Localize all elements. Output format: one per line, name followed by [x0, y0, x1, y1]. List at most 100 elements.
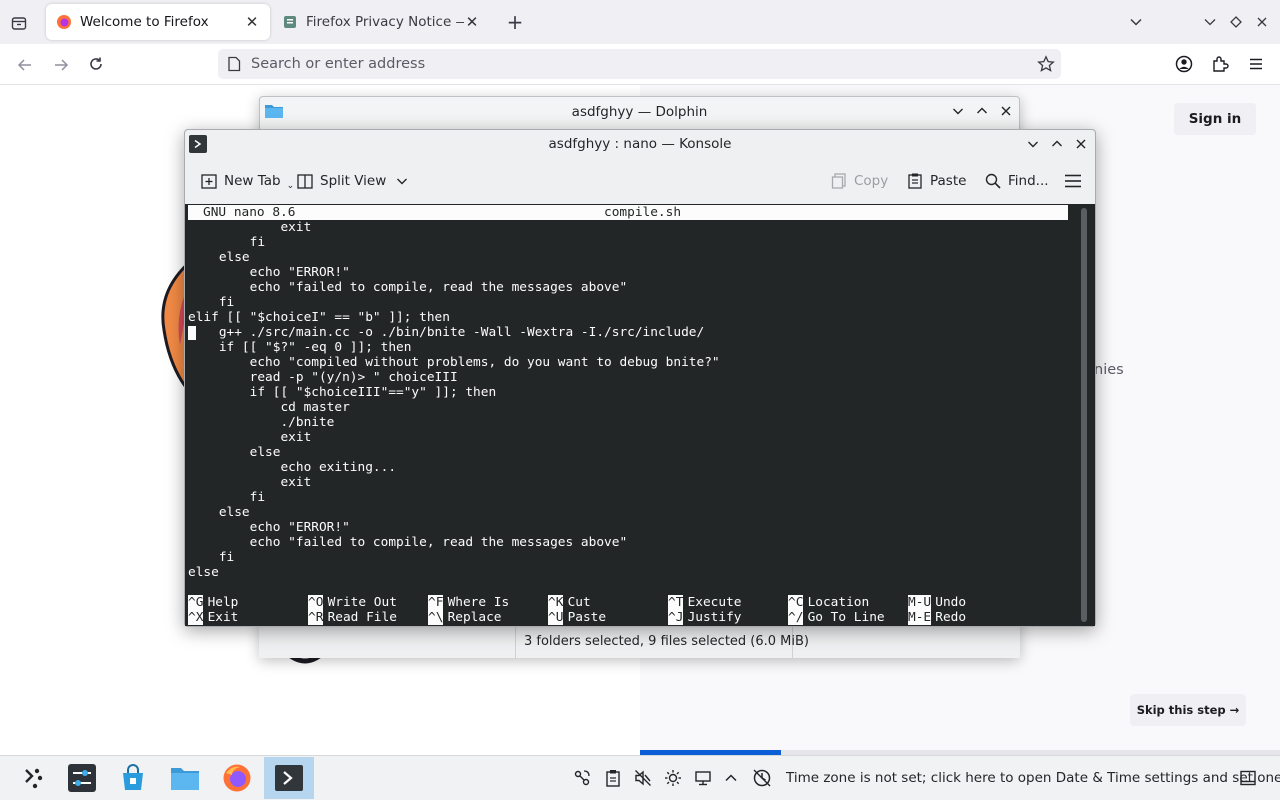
code-line: echo "compiled without problems, do you …	[188, 355, 720, 370]
shortcut-label: Exit	[207, 610, 239, 625]
dropdown-icon: ⌄	[286, 181, 295, 191]
code-line: fi	[188, 295, 235, 310]
konsole-taskbar-icon[interactable]	[264, 757, 314, 799]
shortcut-label: Redo	[935, 610, 967, 625]
shortcut-undo[interactable]: M-U Undo	[908, 595, 966, 610]
maximize-icon[interactable]	[1047, 135, 1067, 153]
menu-icon[interactable]	[1245, 53, 1267, 75]
find-button[interactable]: Find...	[984, 167, 1049, 195]
shortcut-key: ^C	[788, 595, 804, 610]
code-line: exit	[188, 220, 312, 235]
partial-body-text: nies	[1094, 362, 1124, 378]
new-tab-icon	[200, 172, 218, 190]
display-config-icon[interactable]	[693, 768, 713, 788]
timezone-notice[interactable]: Time zone is not set; click here to open…	[786, 770, 1280, 786]
shortcut-redo[interactable]: M-E Redo	[908, 610, 966, 625]
brightness-icon[interactable]	[663, 768, 683, 788]
system-settings-icon[interactable]	[57, 757, 107, 799]
tab-list-icon[interactable]	[8, 12, 30, 34]
new-tab-button[interactable]: New Tab ⌄	[200, 167, 294, 195]
shortcut-label: Paste	[567, 610, 607, 625]
forward-icon[interactable]	[50, 54, 72, 76]
code-line: echo "ERROR!"	[188, 265, 350, 280]
code-line: if [[ "$?" -eq 0 ]]; then	[188, 340, 412, 355]
shortcut-justify[interactable]: ^J Justify	[668, 610, 742, 625]
maximize-icon[interactable]	[1226, 12, 1246, 32]
application-launcher-button[interactable]	[8, 757, 58, 799]
code-line: echo "failed to compile, read the messag…	[188, 280, 628, 295]
shortcut-go-to-line[interactable]: ^/ Go To Line	[788, 610, 885, 625]
network-icon[interactable]	[572, 768, 592, 788]
minimize-icon[interactable]	[948, 102, 968, 120]
terminal-scrollbar[interactable]	[1081, 208, 1087, 622]
back-icon[interactable]	[14, 54, 36, 76]
chevron-down-icon[interactable]	[1126, 12, 1146, 32]
shortcut-cut[interactable]: ^K Cut	[548, 595, 591, 610]
firefox-taskbar-icon[interactable]	[212, 757, 262, 799]
copy-button[interactable]: Copy	[830, 167, 888, 195]
shortcut-key: ^X	[188, 610, 204, 625]
shortcut-key: ^K	[548, 595, 564, 610]
discover-store-icon[interactable]	[108, 757, 158, 799]
close-icon[interactable]: ✕	[244, 13, 260, 31]
minimize-icon[interactable]	[1200, 12, 1220, 32]
copy-label: Copy	[854, 173, 889, 189]
shortcut-key: ^G	[188, 595, 204, 610]
shortcut-where-is[interactable]: ^F Where Is	[428, 595, 509, 610]
status-divider	[515, 627, 516, 659]
volume-muted-icon[interactable]	[633, 768, 653, 788]
shortcut-read-file[interactable]: ^R Read File	[308, 610, 397, 625]
maximize-icon[interactable]	[972, 102, 992, 120]
shortcut-location[interactable]: ^C Location	[788, 595, 869, 610]
minimize-icon[interactable]	[1023, 135, 1043, 153]
window-close-icon[interactable]	[1252, 12, 1272, 32]
paste-label: Paste	[930, 173, 967, 189]
shortcut-execute[interactable]: ^T Execute	[668, 595, 742, 610]
shortcut-key: M-U	[908, 595, 932, 610]
tab-title: Firefox Privacy Notice — M	[306, 14, 464, 30]
shortcut-exit[interactable]: ^X Exit	[188, 610, 238, 625]
dolphin-taskbar-icon[interactable]	[160, 757, 210, 799]
close-icon[interactable]: ✕	[464, 13, 480, 31]
paste-icon	[906, 172, 924, 190]
code-line: fi	[188, 235, 266, 250]
code-line: ./bnite	[188, 415, 335, 430]
paste-button[interactable]: Paste	[906, 167, 966, 195]
shortcut-replace[interactable]: ^\ Replace	[428, 610, 502, 625]
code-line: g++ ./src/main.cc -o ./bin/bnite -Wall -…	[188, 325, 705, 340]
shortcut-help[interactable]: ^G Help	[188, 595, 238, 610]
search-icon	[984, 172, 1002, 190]
clock-warning-icon[interactable]	[751, 768, 773, 788]
shortcut-key: M-E	[908, 610, 932, 625]
split-view-button[interactable]: Split View	[296, 167, 408, 195]
shortcut-paste[interactable]: ^U Paste	[548, 610, 606, 625]
close-icon[interactable]	[1071, 135, 1091, 153]
sign-in-button[interactable]: Sign in	[1174, 103, 1256, 135]
extensions-icon[interactable]	[1209, 53, 1231, 75]
tab-title: Welcome to Firefox	[80, 14, 209, 30]
reload-icon[interactable]	[85, 53, 107, 75]
bookmark-star-icon[interactable]	[1037, 55, 1055, 73]
account-icon[interactable]	[1173, 53, 1195, 75]
tray-expand-icon[interactable]	[721, 768, 741, 788]
show-desktop-icon[interactable]	[1238, 768, 1258, 788]
selection-status: 3 folders selected, 9 files selected (6.…	[524, 634, 809, 649]
close-icon[interactable]	[996, 102, 1016, 120]
tab-firefox-privacy-notice[interactable]: Firefox Privacy Notice — M ✕	[272, 4, 490, 40]
skip-step-button[interactable]: Skip this step →	[1130, 694, 1246, 726]
shortcut-key: ^R	[308, 610, 324, 625]
clipboard-icon[interactable]	[603, 768, 623, 788]
url-placeholder: Search or enter address	[251, 56, 426, 72]
nano-title-bar: GNU nano 8.6 compile.sh	[188, 205, 1068, 220]
shortcut-key: ^U	[548, 610, 564, 625]
shortcut-write-out[interactable]: ^O Write Out	[308, 595, 397, 610]
shortcut-label: Undo	[935, 595, 967, 610]
tab-welcome-to-firefox[interactable]: Welcome to Firefox ✕	[46, 4, 270, 40]
new-tab-icon[interactable]: +	[504, 10, 526, 34]
code-line: else	[188, 250, 250, 265]
hamburger-menu-icon[interactable]	[1062, 170, 1084, 192]
code-line: read -p "(y/n)> " choiceIII	[188, 370, 458, 385]
shortcut-label: Location	[807, 595, 870, 610]
url-bar[interactable]: Search or enter address	[218, 49, 1061, 79]
code-line: exit	[188, 430, 312, 445]
